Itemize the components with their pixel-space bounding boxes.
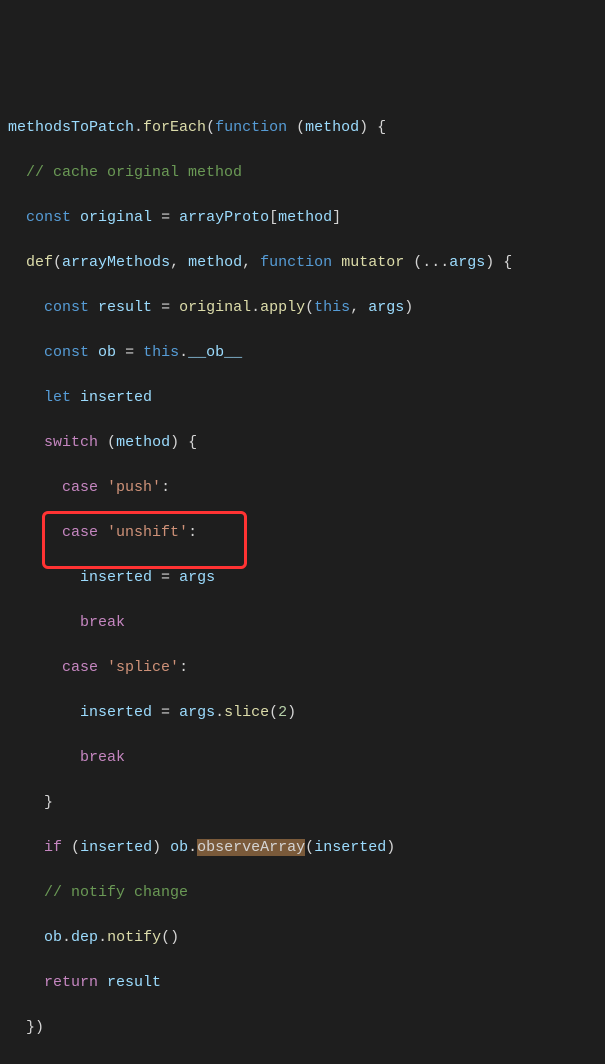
code-line: inserted = args bbox=[8, 567, 597, 590]
identifier: ob bbox=[98, 344, 116, 361]
keyword: case bbox=[62, 524, 98, 541]
identifier: ob bbox=[170, 839, 188, 856]
keyword: const bbox=[44, 299, 89, 316]
identifier: original bbox=[179, 299, 251, 316]
identifier: inserted bbox=[80, 704, 152, 721]
identifier: inserted bbox=[314, 839, 386, 856]
code-line: }) bbox=[8, 1062, 597, 1064]
method-call: apply bbox=[260, 299, 305, 316]
code-line: // notify change bbox=[8, 882, 597, 905]
comment: // cache original method bbox=[26, 164, 242, 181]
function-call: def bbox=[26, 254, 53, 271]
code-line: } bbox=[8, 792, 597, 815]
code-line: break bbox=[8, 747, 597, 770]
keyword: break bbox=[80, 749, 125, 766]
keyword: if bbox=[44, 839, 62, 856]
code-line: def(arrayMethods, method, function mutat… bbox=[8, 252, 597, 275]
keyword: this bbox=[314, 299, 350, 316]
param: args bbox=[449, 254, 485, 271]
identifier: result bbox=[107, 974, 161, 991]
identifier: args bbox=[179, 704, 215, 721]
keyword: case bbox=[62, 659, 98, 676]
identifier: arrayMethods bbox=[62, 254, 170, 271]
code-line: // cache original method bbox=[8, 162, 597, 185]
identifier: original bbox=[80, 209, 152, 226]
method-call: forEach bbox=[143, 119, 206, 136]
identifier: inserted bbox=[80, 569, 152, 586]
identifier: method bbox=[278, 209, 332, 226]
code-line: const original = arrayProto[method] bbox=[8, 207, 597, 230]
method-call: slice bbox=[224, 704, 269, 721]
identifier: args bbox=[179, 569, 215, 586]
number: 2 bbox=[278, 704, 287, 721]
code-line: case 'splice': bbox=[8, 657, 597, 680]
property: __ob__ bbox=[188, 344, 242, 361]
identifier: method bbox=[188, 254, 242, 271]
identifier: inserted bbox=[80, 839, 152, 856]
keyword: break bbox=[80, 614, 125, 631]
code-editor: methodsToPatch.forEach(function (method)… bbox=[8, 94, 597, 1064]
code-line: let inserted bbox=[8, 387, 597, 410]
string: 'push' bbox=[107, 479, 161, 496]
identifier: result bbox=[98, 299, 152, 316]
keyword: const bbox=[26, 209, 71, 226]
code-line: }) bbox=[8, 1017, 597, 1040]
code-line: if (inserted) ob.observeArray(inserted) bbox=[8, 837, 597, 860]
identifier: args bbox=[368, 299, 404, 316]
code-line: switch (method) { bbox=[8, 432, 597, 455]
function-name: mutator bbox=[341, 254, 404, 271]
identifier: arrayProto bbox=[179, 209, 269, 226]
param: method bbox=[305, 119, 359, 136]
code-line: case 'push': bbox=[8, 477, 597, 500]
keyword: switch bbox=[44, 434, 98, 451]
comment: // notify change bbox=[44, 884, 188, 901]
identifier: methodsToPatch bbox=[8, 119, 134, 136]
string: 'splice' bbox=[107, 659, 179, 676]
code-line: methodsToPatch.forEach(function (method)… bbox=[8, 117, 597, 140]
identifier: inserted bbox=[80, 389, 152, 406]
keyword: function bbox=[260, 254, 332, 271]
keyword: let bbox=[44, 389, 71, 406]
code-line: case 'unshift': bbox=[8, 522, 597, 545]
keyword: const bbox=[44, 344, 89, 361]
identifier: ob bbox=[44, 929, 62, 946]
property: dep bbox=[71, 929, 98, 946]
highlighted-method: observeArray bbox=[197, 839, 305, 856]
method-call: notify bbox=[107, 929, 161, 946]
identifier: method bbox=[116, 434, 170, 451]
keyword: this bbox=[143, 344, 179, 361]
code-line: return result bbox=[8, 972, 597, 995]
code-line: break bbox=[8, 612, 597, 635]
string: 'unshift' bbox=[107, 524, 188, 541]
code-line: inserted = args.slice(2) bbox=[8, 702, 597, 725]
keyword: case bbox=[62, 479, 98, 496]
code-line: ob.dep.notify() bbox=[8, 927, 597, 950]
keyword: return bbox=[44, 974, 98, 991]
keyword: function bbox=[215, 119, 287, 136]
code-line: const result = original.apply(this, args… bbox=[8, 297, 597, 320]
code-line: const ob = this.__ob__ bbox=[8, 342, 597, 365]
